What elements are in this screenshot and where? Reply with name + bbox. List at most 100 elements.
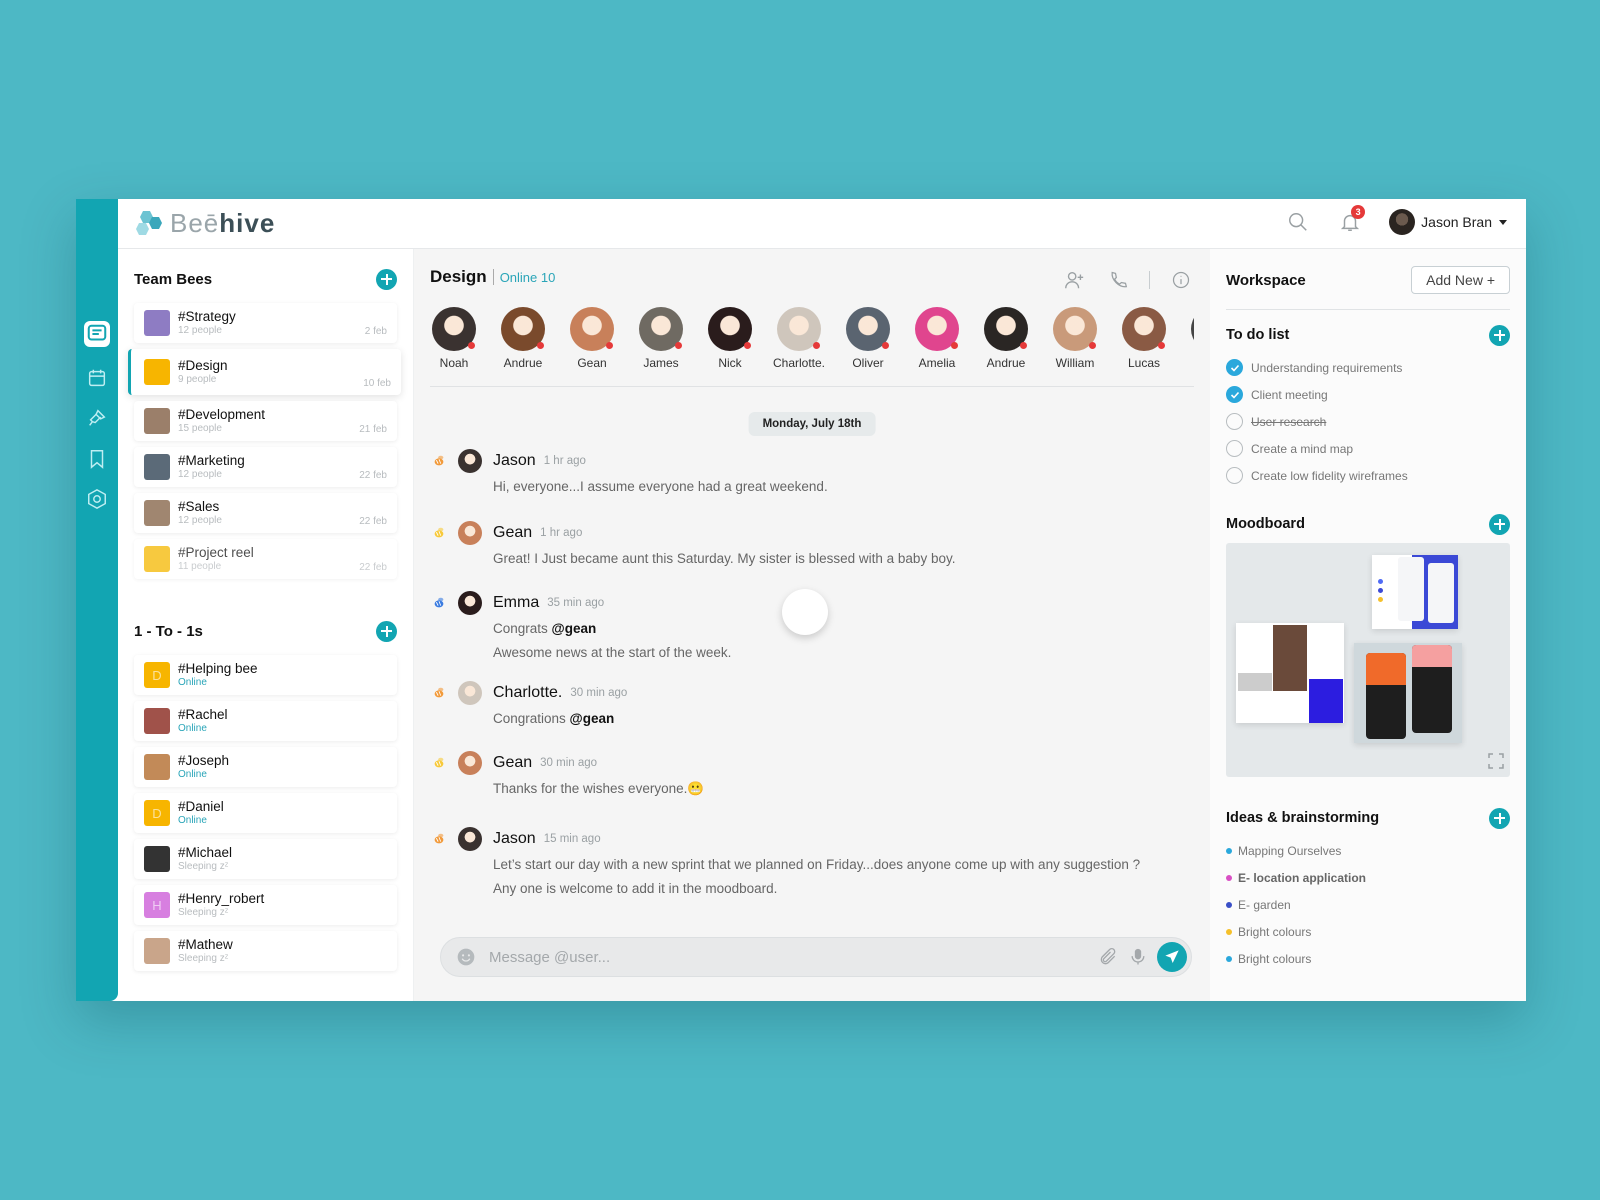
channel-name: #Sales <box>178 499 220 514</box>
todo-item[interactable]: Understanding requirements <box>1226 354 1510 381</box>
settings-icon[interactable] <box>84 486 110 512</box>
channel-date: 22 feb <box>359 516 387 527</box>
member-name: Lucas <box>1127 356 1161 370</box>
member-item[interactable]: N <box>1189 307 1194 386</box>
channel-item[interactable]: #Development 15 people 21 feb <box>134 401 397 441</box>
member-avatar <box>915 307 959 351</box>
bullet-dot-icon <box>1226 901 1232 908</box>
member-item[interactable]: Andrue <box>499 307 547 386</box>
add-moodboard-button[interactable] <box>1489 513 1510 535</box>
bee-icon <box>432 686 446 700</box>
idea-label: E- location application <box>1238 870 1367 885</box>
top-bar: Beēhive 3 Jason Bran <box>118 199 1526 249</box>
channel-item[interactable]: #Marketing 12 people 22 feb <box>134 447 397 487</box>
idea-item[interactable]: Bright colours <box>1226 918 1510 945</box>
channel-item[interactable]: #Design 9 people 10 feb <box>128 349 401 395</box>
message-text: Let’s start our day with a new sprint th… <box>493 854 1194 875</box>
call-button[interactable] <box>1105 267 1131 293</box>
expand-icon[interactable] <box>1488 753 1504 769</box>
add-new-button[interactable]: Add New + <box>1411 266 1510 294</box>
member-item[interactable]: Andrue <box>982 307 1030 386</box>
mention[interactable]: @gean <box>570 711 615 726</box>
message-text: Any one is welcome to add it in the mood… <box>493 878 1194 899</box>
notifications-button[interactable]: 3 <box>1337 205 1366 235</box>
dm-item[interactable]: #Mathew Sleeping zᶻ <box>134 931 397 971</box>
add-todo-button[interactable] <box>1489 324 1510 346</box>
idea-item[interactable]: E- garden <box>1226 891 1510 918</box>
mention[interactable]: @gean <box>552 621 597 636</box>
channel-thumbnail <box>144 500 170 526</box>
message-text-part: Great! I Just became aunt this Saturday.… <box>493 551 956 566</box>
unchecked-icon[interactable] <box>1226 440 1243 457</box>
message-avatar[interactable] <box>458 449 482 473</box>
message-avatar[interactable] <box>458 681 482 705</box>
user-menu[interactable]: Jason Bran <box>1389 209 1508 235</box>
brush-icon[interactable] <box>84 405 110 431</box>
dm-item[interactable]: #Joseph Online <box>134 747 397 787</box>
idea-item[interactable]: Mapping Ourselves <box>1226 837 1510 864</box>
todo-item[interactable]: Client meeting <box>1226 381 1510 408</box>
channel-name: #Development <box>178 407 266 422</box>
voice-button[interactable] <box>1123 942 1153 972</box>
dm-item[interactable]: #Rachel Online <box>134 701 397 741</box>
todo-item[interactable]: Create low fidelity wireframes <box>1226 462 1510 489</box>
unchecked-icon[interactable] <box>1226 413 1243 430</box>
emoji-button[interactable] <box>451 942 481 972</box>
message-author[interactable]: Jason <box>493 830 536 848</box>
member-item[interactable]: Charlotte. <box>773 307 825 386</box>
dm-name: #Henry_robert <box>178 891 265 906</box>
member-item[interactable]: Amelia <box>913 307 961 386</box>
calendar-icon[interactable] <box>84 365 110 391</box>
dm-item[interactable]: H #Henry_robert Sleeping zᶻ <box>134 885 397 925</box>
attach-button[interactable] <box>1093 942 1123 972</box>
touch-cursor <box>782 589 828 635</box>
moodboard-preview[interactable] <box>1226 543 1510 777</box>
channel-item[interactable]: #Strategy 12 people 2 feb <box>134 303 397 343</box>
chat-icon[interactable] <box>84 321 110 347</box>
team-bees-title: Team Bees <box>134 270 213 288</box>
message-author[interactable]: Gean <box>493 754 532 772</box>
todo-item[interactable]: Create a mind map <box>1226 435 1510 462</box>
member-item[interactable]: Oliver <box>844 307 892 386</box>
search-button[interactable] <box>1285 209 1311 235</box>
info-button[interactable] <box>1168 267 1194 293</box>
member-item[interactable]: Lucas <box>1120 307 1168 386</box>
microphone-icon <box>1131 948 1145 965</box>
member-item[interactable]: Noah <box>430 307 478 386</box>
member-item[interactable]: James <box>637 307 685 386</box>
add-channel-button[interactable] <box>376 268 397 290</box>
dm-avatar <box>144 846 170 872</box>
add-member-button[interactable] <box>1061 267 1087 293</box>
message-avatar[interactable] <box>458 751 482 775</box>
member-item[interactable]: William <box>1051 307 1099 386</box>
message-avatar[interactable] <box>458 521 482 545</box>
bookmark-icon[interactable] <box>84 446 110 472</box>
dm-item[interactable]: #Michael Sleeping zᶻ <box>134 839 397 879</box>
message-avatar[interactable] <box>458 591 482 615</box>
checked-icon[interactable] <box>1226 386 1243 403</box>
members-strip: Noah Andrue Gean James Nick Charlotte. Oliver A… <box>430 307 1194 387</box>
dm-item[interactable]: D #Daniel Online <box>134 793 397 833</box>
message-avatar[interactable] <box>458 827 482 851</box>
add-idea-button[interactable] <box>1489 807 1510 829</box>
message-text: Hi, everyone...I assume everyone had a g… <box>493 476 1194 497</box>
channel-item[interactable]: #Sales 12 people 22 feb <box>134 493 397 533</box>
todo-item[interactable]: User research <box>1226 408 1510 435</box>
message-author[interactable]: Gean <box>493 524 532 542</box>
message-author[interactable]: Emma <box>493 594 539 612</box>
add-dm-button[interactable] <box>376 620 397 642</box>
message-author[interactable]: Charlotte. <box>493 684 562 702</box>
channel-item[interactable]: #Project reel 11 people 22 feb <box>134 539 397 579</box>
message-author[interactable]: Jason <box>493 452 536 470</box>
member-item[interactable]: Nick <box>706 307 754 386</box>
logo-text-light: Beē <box>170 208 220 238</box>
message-input[interactable] <box>489 948 1093 966</box>
channel-people: 15 people <box>178 423 222 434</box>
dm-item[interactable]: D #Helping bee Online <box>134 655 397 695</box>
member-item[interactable]: Gean <box>568 307 616 386</box>
send-button[interactable] <box>1157 942 1187 972</box>
unchecked-icon[interactable] <box>1226 467 1243 484</box>
idea-item[interactable]: Bright colours <box>1226 945 1510 972</box>
checked-icon[interactable] <box>1226 359 1243 376</box>
idea-item[interactable]: E- location application <box>1226 864 1510 891</box>
